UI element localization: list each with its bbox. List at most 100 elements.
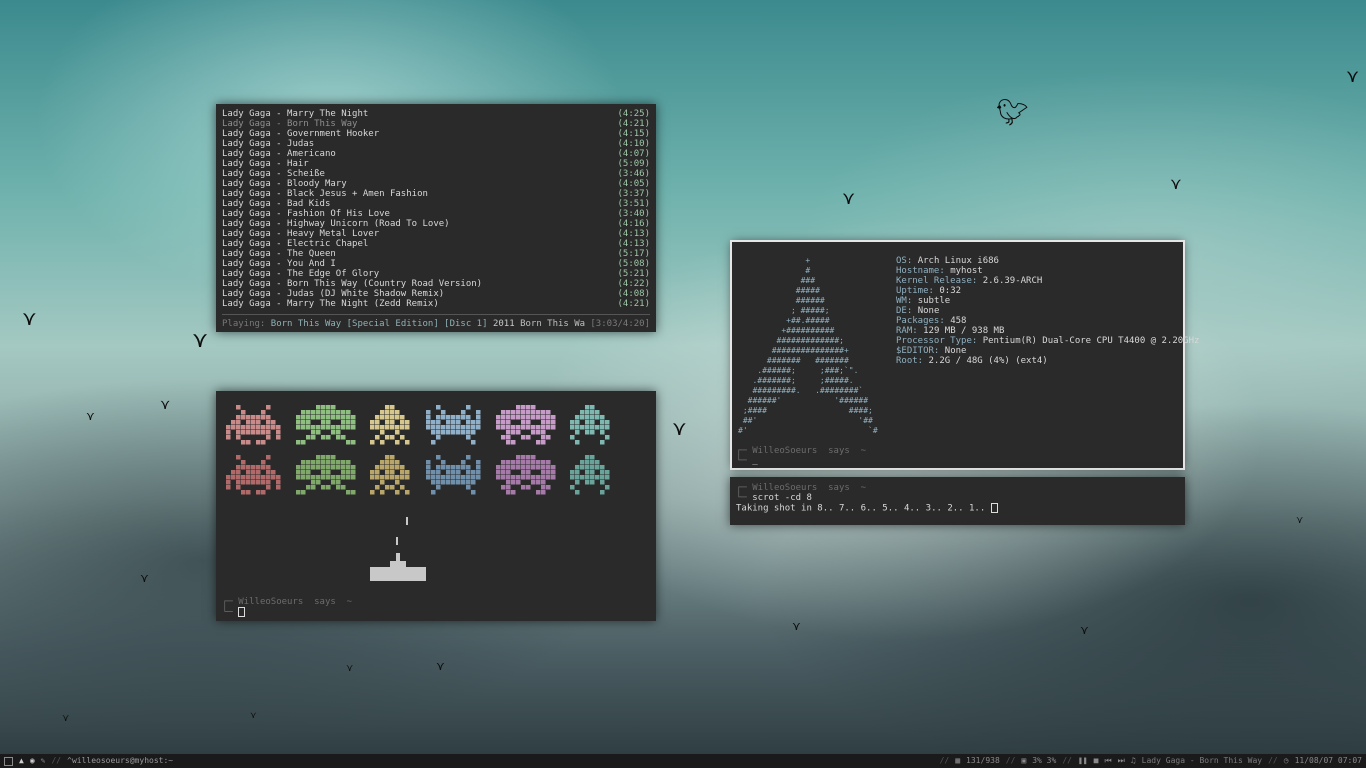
space-invader-icon bbox=[496, 455, 556, 495]
bird-decoration: ⋎ bbox=[86, 409, 95, 423]
text-cursor[interactable] bbox=[238, 607, 246, 617]
playlist-row[interactable]: Lady Gaga - Judas (DJ White Shadow Remix… bbox=[222, 289, 650, 299]
command-output: Taking shot in 8.. 7.. 6.. 5.. 4.. 3.. 2… bbox=[736, 503, 986, 514]
focused-window-title: ^willeosoeurs@myhost:~ bbox=[67, 756, 174, 765]
sysinfo-value: 2.6.39-ARCH bbox=[982, 276, 1043, 286]
sysinfo-value: None bbox=[917, 306, 940, 316]
track-title: Lady Gaga - Electric Chapel bbox=[222, 239, 369, 249]
track-title: Lady Gaga - Born This Way (Country Road … bbox=[222, 279, 483, 289]
track-title: Lady Gaga - Highway Unicorn (Road To Lov… bbox=[222, 219, 450, 229]
playlist-row[interactable]: Lady Gaga - Heavy Metal Lover (4:13) bbox=[222, 229, 650, 239]
playlist-row[interactable]: Lady Gaga - Electric Chapel (4:13) bbox=[222, 239, 650, 249]
track-title: Lady Gaga - You And I bbox=[222, 259, 336, 269]
space-invader-icon bbox=[296, 405, 356, 445]
command-text: scrot -cd 8 bbox=[752, 493, 812, 503]
music-player-window[interactable]: Lady Gaga - Marry The Night (4:25) Lady Ga… bbox=[216, 104, 656, 332]
playlist-row[interactable]: Lady Gaga - Hair (5:09) bbox=[222, 159, 650, 169]
prompt-says: says bbox=[314, 597, 336, 607]
playlist-row[interactable]: Lady Gaga - Marry The Night (4:25) bbox=[222, 109, 650, 119]
sysinfo-key: DE: bbox=[896, 306, 913, 316]
track-duration: (4:05) bbox=[617, 179, 650, 189]
invaders-terminal-window[interactable]: ┌─ WilleoSoeurs says ~ └─ bbox=[216, 391, 656, 621]
space-invader-icon bbox=[570, 455, 610, 495]
track-title: Lady Gaga - The Edge Of Glory bbox=[222, 269, 380, 279]
playlist-row[interactable]: Lady Gaga - Scheiße (3:46) bbox=[222, 169, 650, 179]
track-duration: (4:13) bbox=[617, 229, 650, 239]
space-invader-icon bbox=[226, 455, 281, 495]
playlist-row[interactable]: Lady Gaga - Born This Way (4:21) bbox=[222, 119, 650, 129]
shell-prompt: ┌─ WilleoSoeurs says ~ └─ _ bbox=[736, 446, 867, 466]
next-icon[interactable]: ⏭ bbox=[1118, 754, 1125, 768]
track-duration: (4:21) bbox=[617, 299, 650, 309]
prev-icon[interactable]: ⏮ bbox=[1104, 754, 1111, 768]
shell-prompt: ┌─ WilleoSoeurs says ~ └─ bbox=[222, 597, 353, 618]
playlist-row[interactable]: Lady Gaga - The Queen (5:17) bbox=[222, 249, 650, 259]
track-title: Lady Gaga - Judas (DJ White Shadow Remix… bbox=[222, 289, 445, 299]
track-duration: (3:37) bbox=[617, 189, 650, 199]
track-title: Lady Gaga - Americano bbox=[222, 149, 336, 159]
prompt-dir: ~ bbox=[346, 597, 353, 607]
track-duration: (4:08) bbox=[617, 289, 650, 299]
pause-icon[interactable]: ❚❚ bbox=[1078, 754, 1088, 768]
track-duration: (4:21) bbox=[617, 119, 650, 129]
playlist-row[interactable]: Lady Gaga - Bad Kids (3:51) bbox=[222, 199, 650, 209]
view-www-icon[interactable]: ◉ bbox=[30, 754, 35, 768]
track-duration: (3:46) bbox=[617, 169, 650, 179]
now-playing-year: 2011 bbox=[492, 319, 515, 329]
sysinfo-row: RAM: 129 MB / 938 MB bbox=[896, 326, 1199, 336]
bird-decoration: ⋎ bbox=[1296, 515, 1304, 526]
view-dev-icon[interactable]: ✎ bbox=[41, 754, 46, 768]
cpu-usage: 3% 3% bbox=[1032, 756, 1057, 765]
track-duration: (4:07) bbox=[617, 149, 650, 159]
now-playing-time: [3:03/4:20] bbox=[590, 319, 650, 329]
playlist-row[interactable]: Lady Gaga - Bloody Mary (4:05) bbox=[222, 179, 650, 189]
playlist-row[interactable]: Lady Gaga - Fashion Of His Love (3:40) bbox=[222, 209, 650, 219]
track-duration: (4:16) bbox=[617, 219, 650, 229]
sysinfo-key: Uptime: bbox=[896, 286, 934, 296]
text-cursor[interactable] bbox=[990, 503, 998, 513]
bird-decoration: ⋎ bbox=[436, 659, 445, 673]
track-duration: (3:51) bbox=[617, 199, 650, 209]
stop-icon[interactable]: ■ bbox=[1094, 754, 1099, 768]
scrot-terminal-window[interactable]: ┌─ WilleoSoeurs says ~ └─ scrot -cd 8 Ta… bbox=[730, 477, 1185, 525]
playlist-row[interactable]: Lady Gaga - Judas (4:10) bbox=[222, 139, 650, 149]
bird-decoration: 🐦︎ bbox=[996, 98, 1030, 128]
sysinfo-terminal-window[interactable]: + # ### ##### ###### ; #####; +##.##### … bbox=[730, 240, 1199, 470]
text-cursor-underscore[interactable]: _ bbox=[752, 456, 757, 466]
sysinfo-value: 2.2G / 48G (4%) (ext4) bbox=[928, 356, 1048, 366]
track-title: Lady Gaga - Born This Way bbox=[222, 119, 358, 129]
playlist-row[interactable]: Lady Gaga - The Edge Of Glory (5:21) bbox=[222, 269, 650, 279]
space-invader-icon bbox=[370, 455, 410, 495]
sysinfo-row: DE: None bbox=[896, 306, 1199, 316]
view-terminal-icon[interactable]: ▲ bbox=[19, 754, 24, 768]
sysinfo-row: WM: subtle bbox=[896, 296, 1199, 306]
playlist-row[interactable]: Lady Gaga - You And I (5:08) bbox=[222, 259, 650, 269]
bird-decoration: ⋎ bbox=[346, 663, 354, 674]
sysinfo-key: Root: bbox=[896, 356, 924, 366]
track-title: Lady Gaga - Judas bbox=[222, 139, 315, 149]
cpu-icon: ▣ bbox=[1021, 756, 1027, 765]
track-duration: (5:21) bbox=[617, 269, 650, 279]
playlist-row[interactable]: Lady Gaga - Black Jesus + Amen Fashion (3… bbox=[222, 189, 650, 199]
track-duration: (4:10) bbox=[617, 139, 650, 149]
playlist-row[interactable]: Lady Gaga - Highway Unicorn (Road To Lov… bbox=[222, 219, 650, 229]
sysinfo-row: Hostname: myhost bbox=[896, 266, 1199, 276]
playlist[interactable]: Lady Gaga - Marry The Night (4:25) Lady Ga… bbox=[222, 109, 650, 309]
track-title: Lady Gaga - Hair bbox=[222, 159, 309, 169]
sysinfo-value: subtle bbox=[917, 296, 951, 306]
track-title: Lady Gaga - Bloody Mary bbox=[222, 179, 347, 189]
menu-icon[interactable] bbox=[4, 756, 13, 766]
playlist-row[interactable]: Lady Gaga - Americano (4:07) bbox=[222, 149, 650, 159]
sysinfo-value: Arch Linux i686 bbox=[917, 256, 999, 266]
bird-decoration: ⋎ bbox=[192, 328, 209, 353]
bird-decoration: ⋎ bbox=[792, 619, 801, 633]
sysinfo-key: Processor Type: bbox=[896, 336, 978, 346]
bird-decoration: ⋎ bbox=[1170, 174, 1182, 193]
track-title: Lady Gaga - Marry The Night (Zedd Remix) bbox=[222, 299, 439, 309]
playlist-row[interactable]: Lady Gaga - Born This Way (Country Road … bbox=[222, 279, 650, 289]
track-duration: (4:13) bbox=[617, 239, 650, 249]
playlist-row[interactable]: Lady Gaga - Marry The Night (Zedd Remix)… bbox=[222, 299, 650, 309]
prompt-user: WilleoSoeurs bbox=[752, 446, 818, 456]
ship-bullet bbox=[396, 537, 398, 545]
playlist-row[interactable]: Lady Gaga - Government Hooker (4:15) bbox=[222, 129, 650, 139]
